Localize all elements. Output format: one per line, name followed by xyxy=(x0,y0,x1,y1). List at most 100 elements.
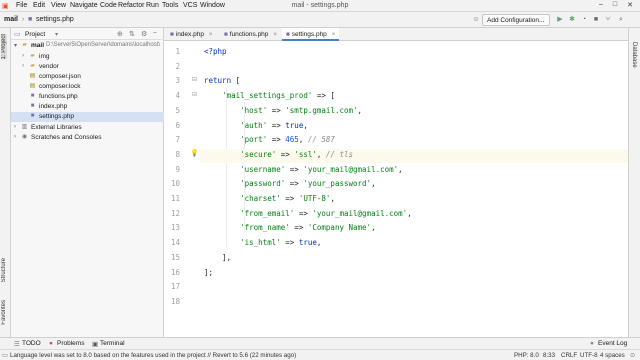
code-line[interactable]: 'username' => 'your_mail@gmail.com', xyxy=(204,164,403,178)
chevron-right-icon[interactable]: › xyxy=(22,53,28,59)
add-configuration-button[interactable]: Add Configuration... xyxy=(482,14,550,26)
debug-icon[interactable]: ✱ xyxy=(568,16,576,24)
line-number: 10 xyxy=(170,179,180,189)
collapse-all-icon[interactable]: ⇅ xyxy=(129,30,135,38)
locate-file-icon[interactable]: ⊕ xyxy=(117,30,123,38)
breadcrumb-file[interactable]: settings.php xyxy=(36,16,74,23)
code-line[interactable]: 'port' => 465, // 587 xyxy=(204,134,335,148)
tree-item-img[interactable]: › ▰ img xyxy=(11,52,164,62)
close-tab-icon[interactable]: × xyxy=(273,31,277,38)
tab-functions-php[interactable]: ■ functions.php × xyxy=(220,28,281,41)
tree-item-settings-php[interactable]: ■ settings.php xyxy=(11,112,164,122)
indent-status[interactable]: 4 spaces xyxy=(600,352,625,359)
tab-label: settings.php xyxy=(291,31,327,38)
status-bar: ▭ Language level was set to 8.0 based on… xyxy=(0,349,640,360)
project-panel-title[interactable]: Project xyxy=(25,31,45,38)
intention-bulb-icon[interactable]: 💡 xyxy=(190,149,199,157)
breadcrumb-separator-icon: › xyxy=(22,16,25,23)
code-line[interactable]: 'password' => 'your_password', xyxy=(204,178,375,192)
breadcrumb-project[interactable]: mail xyxy=(4,16,18,23)
gear-icon[interactable]: ⚙ xyxy=(141,30,147,38)
close-tab-icon[interactable]: × xyxy=(209,31,213,38)
tree-item-path: D:\Server5\OpenServer\domains\localhost\ xyxy=(46,42,161,48)
tree-item-label: vendor xyxy=(39,63,59,70)
coverage-icon[interactable]: ◔ xyxy=(580,16,588,24)
project-panel-header: ▭ Project ▾ ⊕ ⇅ ⚙ – xyxy=(11,28,164,40)
tree-item-label: composer.lock xyxy=(39,83,81,90)
php-file-icon: ■ xyxy=(286,31,290,38)
code-line[interactable]: 'from_name' => 'Company Name', xyxy=(204,222,375,236)
tree-item-composer-json[interactable]: ▤ composer.json xyxy=(11,72,164,82)
lock-file-icon: ▤ xyxy=(29,83,36,89)
tree-item-index-php[interactable]: ■ index.php xyxy=(11,102,164,112)
search-icon[interactable]: ⌕ xyxy=(617,16,625,24)
code-line[interactable]: return [ xyxy=(204,75,240,89)
todo-tab[interactable]: TODO xyxy=(22,340,41,347)
chevron-right-icon[interactable]: › xyxy=(14,134,20,140)
line-number-gutter[interactable]: 1 2 3 4 5 6 7 8 💡 9 10 11 12 13 14 15 16 17 18 ⊟ ⊟ xyxy=(164,41,200,337)
chevron-right-icon[interactable]: › xyxy=(14,124,20,130)
code-line[interactable]: 'secure' => 'ssl', // tls xyxy=(200,148,628,163)
problems-icon: ● xyxy=(49,340,53,347)
tab-index-php[interactable]: ■ index.php × xyxy=(166,28,217,41)
line-number: 6 xyxy=(175,120,180,130)
structure-tool-tab[interactable]: Structure xyxy=(1,258,7,282)
tree-item-scratches[interactable]: › ◉ Scratches and Consoles xyxy=(11,133,164,143)
lock-icon[interactable]: ⊙ xyxy=(630,352,635,359)
navigation-bar: mail › ■ settings.php ☺ Add Configuratio… xyxy=(0,12,640,28)
stop-icon[interactable]: ■ xyxy=(592,16,600,24)
close-tab-icon[interactable]: × xyxy=(332,31,336,38)
event-log-tab[interactable]: Event Log xyxy=(598,340,627,347)
window-title: mail - settings.php xyxy=(291,2,349,9)
code-line[interactable]: ], xyxy=(204,252,231,266)
php-file-icon: ■ xyxy=(30,103,35,109)
php-file-icon: ■ xyxy=(30,113,35,119)
tree-item-functions-php[interactable]: ■ functions.php xyxy=(11,92,164,102)
code-line[interactable]: 'auth' => true, xyxy=(204,120,308,134)
favorites-tool-tab[interactable]: Favorites xyxy=(1,300,7,325)
tree-item-external-libraries[interactable]: › ▥ External Libraries xyxy=(11,123,164,133)
user-icon[interactable]: ☺ xyxy=(472,16,480,24)
php-version-status[interactable]: PHP: 8.0 xyxy=(514,352,539,359)
close-icon[interactable]: ✕ xyxy=(625,1,635,10)
line-number: 5 xyxy=(175,105,180,115)
problems-tab[interactable]: Problems xyxy=(57,340,84,347)
title-bar: ▣ File Edit View Navigate Code Refactor … xyxy=(0,0,640,12)
line-ending-status[interactable]: CRLF xyxy=(561,352,577,359)
project-tool-tab[interactable]: 1: Project xyxy=(1,34,7,60)
code-line[interactable]: <?php xyxy=(204,46,227,60)
code-editor[interactable]: <?php return [ 'mail_settings_prod' => [ … xyxy=(200,41,628,337)
code-line[interactable]: 'host' => 'smtp.gmail.com', xyxy=(204,105,362,119)
fold-marker-icon[interactable]: ⊟ xyxy=(192,76,197,83)
encoding-status[interactable]: UTF-8 xyxy=(580,352,598,359)
caret-position-status[interactable]: 8:33 xyxy=(543,352,555,359)
hide-panel-icon[interactable]: – xyxy=(153,29,157,36)
code-line[interactable]: 'mail_settings_prod' => [ xyxy=(204,90,335,104)
maximize-icon[interactable]: □ xyxy=(610,1,620,10)
code-line[interactable]: ]; xyxy=(204,267,213,281)
tree-item-mail[interactable]: ▾ ▰ mail D:\Server5\OpenServer\domains\l… xyxy=(11,41,164,51)
tree-item-vendor[interactable]: › ▰ vendor xyxy=(11,62,164,72)
code-line[interactable]: 'from_email' => 'your_mail@gmail.com', xyxy=(204,208,412,222)
database-tool-tab[interactable]: Database xyxy=(631,42,637,68)
minimize-icon[interactable]: – xyxy=(596,1,606,10)
terminal-icon: ▣ xyxy=(92,341,99,348)
git-icon[interactable]: ⑂ xyxy=(604,16,612,24)
code-line[interactable]: 'charset' => 'UTF-8', xyxy=(204,193,335,207)
status-message[interactable]: Language level was set to 8.0 based on t… xyxy=(10,352,375,359)
run-icon[interactable]: ▶ xyxy=(556,16,564,24)
terminal-tab[interactable]: Terminal xyxy=(100,340,125,347)
php-file-icon: ■ xyxy=(30,93,35,99)
code-line[interactable]: 'is_html' => true, xyxy=(204,237,321,251)
chevron-down-icon[interactable]: ▾ xyxy=(55,31,58,38)
chevron-right-icon[interactable]: › xyxy=(22,63,28,69)
chevron-down-icon[interactable]: ▾ xyxy=(14,42,20,49)
status-icon: ▭ xyxy=(2,352,8,359)
tab-settings-php[interactable]: ■ settings.php × xyxy=(282,28,340,41)
left-tool-strip: 1: Project Structure Favorites xyxy=(0,28,11,337)
tab-label: functions.php xyxy=(229,31,269,38)
fold-marker-icon[interactable]: ⊟ xyxy=(192,91,197,98)
tree-item-composer-lock[interactable]: ▤ composer.lock xyxy=(11,82,164,92)
tree-item-label: mail xyxy=(31,42,45,49)
right-tool-strip: Database xyxy=(628,28,640,337)
